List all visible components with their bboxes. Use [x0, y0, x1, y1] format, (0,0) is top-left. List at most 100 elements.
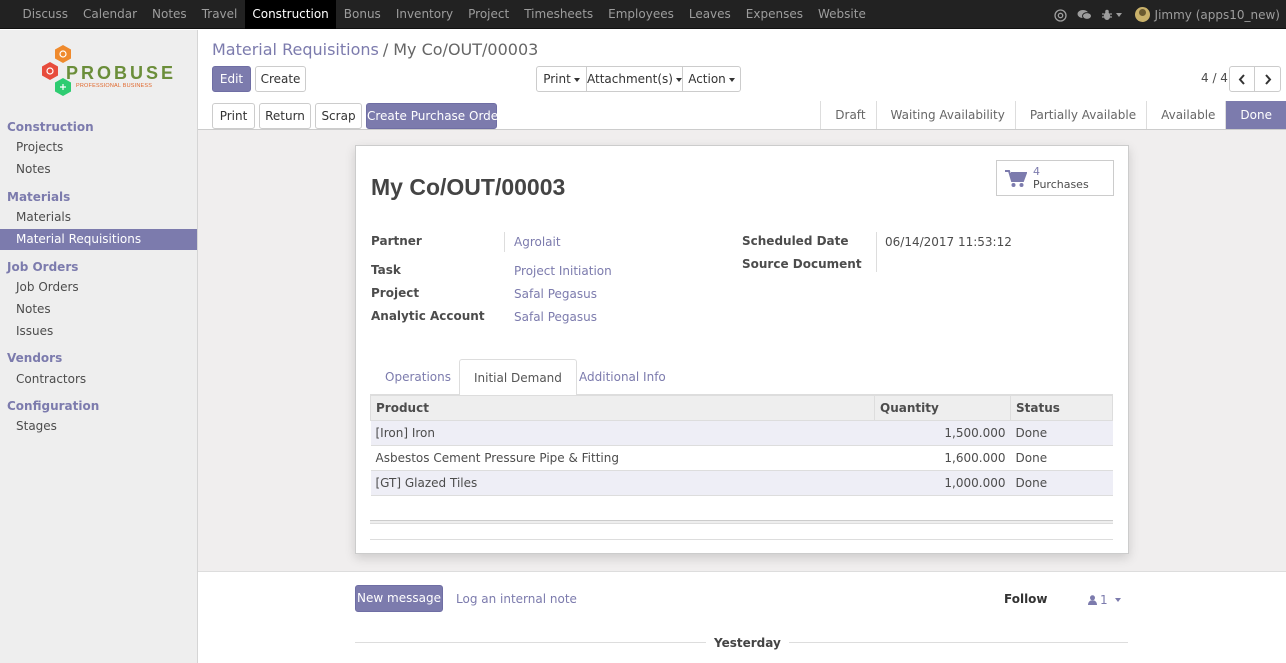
scheduled-date-field: 06/14/2017 11:53:12 — [885, 235, 1012, 249]
pager-value: 4 / 4 — [1201, 71, 1228, 85]
stage-pipeline: Draft Waiting Availability Partially Ava… — [820, 101, 1286, 129]
chevron-down-icon — [573, 77, 580, 82]
sidebar-item-job-orders[interactable]: Job Orders — [0, 277, 197, 298]
menu-website[interactable]: Website — [810, 0, 873, 29]
menu-timesheets[interactable]: Timesheets — [517, 0, 601, 29]
chevron-down-icon — [1114, 598, 1121, 602]
followers-count: 1 — [1100, 593, 1108, 607]
sidebar-section-configuration: Configuration — [7, 399, 100, 413]
stage-done[interactable]: Done — [1225, 101, 1286, 129]
status-cell: Done — [1010, 420, 1113, 446]
table-row[interactable]: [Iron] Iron 1,500.000 Done — [370, 420, 1113, 446]
notebook-tabs: Operations Initial Demand Additional Inf… — [370, 359, 1113, 396]
breadcrumb-parent[interactable]: Material Requisitions — [212, 40, 379, 59]
sidebar-item-projects[interactable]: Projects — [0, 137, 197, 158]
menu-construction[interactable]: Construction — [244, 0, 337, 29]
log-internal-note-link[interactable]: Log an internal note — [456, 592, 577, 606]
product-cell: [Iron] Iron — [370, 420, 875, 446]
stage-available[interactable]: Available — [1146, 101, 1226, 129]
partner-field[interactable]: Agrolait — [514, 235, 561, 249]
sidebar-item-notes[interactable]: Notes — [0, 159, 197, 180]
status-cell: Done — [1010, 445, 1113, 471]
company-logo: PROBUSE PROFESSIONAL BUSINESS — [38, 42, 173, 106]
sidebar-section-vendors: Vendors — [7, 351, 63, 365]
column-header-quantity[interactable]: Quantity — [874, 395, 1011, 421]
create-purchase-order-button[interactable]: Create Purchase Order — [366, 103, 503, 129]
menu-discuss[interactable]: Discuss — [15, 0, 76, 29]
tab-operations[interactable]: Operations — [371, 359, 465, 395]
edit-button[interactable]: Edit — [212, 66, 251, 92]
menu-project[interactable]: Project — [461, 0, 517, 29]
task-field[interactable]: Project Initiation — [514, 264, 612, 278]
sidebar-item-contractors[interactable]: Contractors — [0, 369, 197, 390]
sidebar-item-material-requisitions[interactable]: Material Requisitions — [0, 229, 197, 250]
user-name: Jimmy (apps10_new) — [1154, 7, 1280, 22]
menu-notes[interactable]: Notes — [145, 0, 195, 29]
follow-button[interactable]: Follow — [1004, 592, 1048, 606]
followers-dropdown[interactable]: 1 — [1088, 593, 1121, 607]
return-button[interactable]: Return — [259, 103, 311, 129]
column-header-product[interactable]: Product — [370, 395, 875, 421]
table-row[interactable]: Asbestos Cement Pressure Pipe & Fitting … — [370, 445, 1113, 471]
divider — [370, 539, 1113, 540]
bug-icon[interactable] — [1097, 8, 1127, 22]
print-dropdown[interactable]: Print — [536, 66, 587, 92]
chat-icon[interactable] — [1073, 8, 1097, 22]
sidebar-item-materials[interactable]: Materials — [0, 207, 197, 228]
menu-bonus[interactable]: Bonus — [336, 0, 388, 29]
form-sheet: My Co/OUT/00003 4 Purchases Partner Agro… — [355, 145, 1129, 554]
quantity-cell: 1,000.000 — [874, 470, 1011, 496]
menu-inventory[interactable]: Inventory — [388, 0, 460, 29]
top-navbar: Discuss Calendar Notes Travel Constructi… — [0, 0, 1286, 29]
stage-partially-available[interactable]: Partially Available — [1014, 101, 1147, 129]
initial-demand-table: Product Quantity Status [Iron] Iron 1,50… — [370, 395, 1113, 496]
scheduled-date-label: Scheduled Date — [742, 234, 849, 248]
stage-draft[interactable]: Draft — [820, 101, 876, 129]
tab-additional-info[interactable]: Additional Info — [565, 359, 680, 395]
new-message-button[interactable]: New message — [355, 585, 443, 612]
attachments-dropdown[interactable]: Attachment(s) — [586, 66, 683, 92]
menu-employees[interactable]: Employees — [601, 0, 682, 29]
user-menu[interactable]: Jimmy (apps10_new) — [1134, 7, 1280, 22]
sidebar-item-stages[interactable]: Stages — [0, 416, 197, 437]
project-field[interactable]: Safal Pegasus — [514, 287, 597, 301]
logo-word: PROBUSE — [66, 63, 177, 83]
chevron-down-icon — [728, 77, 735, 82]
purchases-smart-button[interactable]: 4 Purchases — [996, 160, 1114, 196]
sidebar-section-materials: Materials — [7, 190, 71, 204]
column-header-status[interactable]: Status — [1010, 395, 1113, 421]
menu-leaves[interactable]: Leaves — [681, 0, 738, 29]
sidebar: PROBUSE PROFESSIONAL BUSINESS Constructi… — [0, 30, 198, 663]
sidebar-item-issues[interactable]: Issues — [0, 321, 197, 342]
sidebar-section-construction: Construction — [7, 120, 94, 134]
shopping-cart-icon — [1005, 170, 1027, 187]
product-cell: [GT] Glazed Tiles — [370, 470, 875, 496]
source-document-label: Source Document — [742, 257, 862, 271]
sidebar-item-job-notes[interactable]: Notes — [0, 299, 197, 320]
quantity-cell: 1,500.000 — [874, 420, 1011, 446]
field-divider — [876, 232, 877, 272]
logo-tagline: PROFESSIONAL BUSINESS — [76, 83, 153, 89]
pager-previous-button[interactable] — [1229, 66, 1255, 92]
task-label: Task — [371, 263, 401, 277]
breadcrumb: Material Requisitions / My Co/OUT/00003 — [212, 40, 538, 59]
project-label: Project — [371, 286, 420, 300]
print-dropdown-label: Print — [543, 72, 571, 86]
product-cell: Asbestos Cement Pressure Pipe & Fitting — [370, 445, 875, 471]
chevron-right-icon — [1264, 74, 1271, 85]
scrap-button[interactable]: Scrap — [315, 103, 362, 129]
menu-travel[interactable]: Travel — [194, 0, 245, 29]
avatar — [1134, 7, 1150, 22]
print-button[interactable]: Print — [212, 103, 255, 129]
menu-calendar[interactable]: Calendar — [76, 0, 145, 29]
at-icon[interactable] — [1049, 8, 1073, 22]
tab-initial-demand[interactable]: Initial Demand — [459, 359, 577, 396]
menu-expenses[interactable]: Expenses — [738, 0, 810, 29]
pager-next-button[interactable] — [1254, 66, 1281, 92]
analytic-account-field[interactable]: Safal Pegasus — [514, 310, 597, 324]
action-dropdown[interactable]: Action — [682, 66, 741, 92]
stage-waiting-availability[interactable]: Waiting Availability — [875, 101, 1015, 129]
create-button[interactable]: Create — [255, 66, 306, 92]
table-row[interactable]: [GT] Glazed Tiles 1,000.000 Done — [370, 470, 1113, 496]
purchases-count: 4 — [1033, 165, 1040, 178]
